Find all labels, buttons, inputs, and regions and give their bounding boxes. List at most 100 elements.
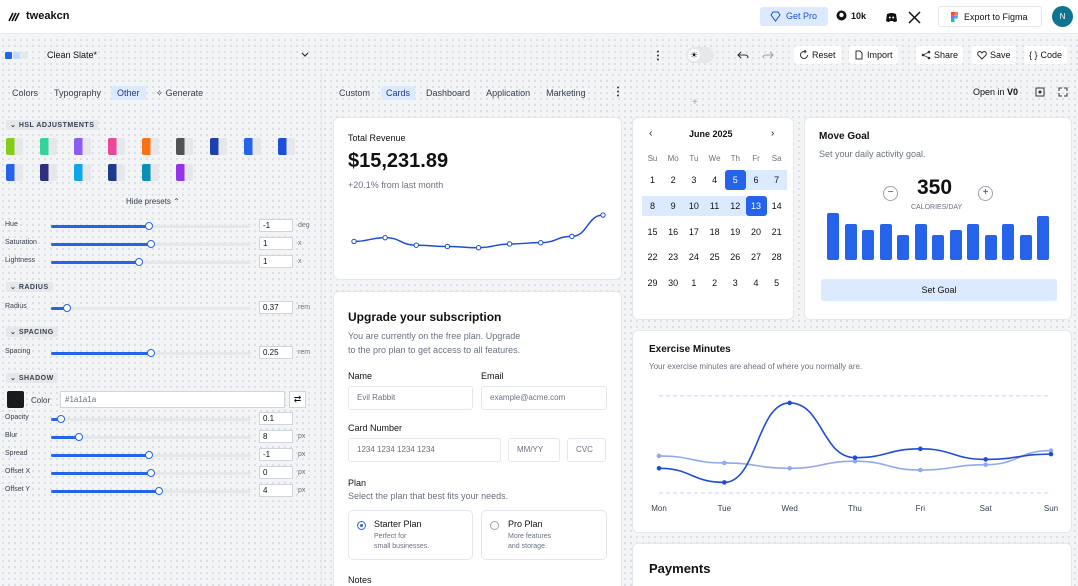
spacing-slider-thumb[interactable] [147,349,155,357]
avatar[interactable]: N [1052,6,1073,27]
calendar-day[interactable]: 17 [683,222,704,242]
increase-button[interactable]: + [978,186,993,201]
calendar-day[interactable]: 26 [725,247,746,267]
offset-y-value-input[interactable]: 4 [259,484,293,497]
color-preset[interactable] [142,164,159,181]
section-hsl-adjustments[interactable]: ⌄ HSL ADJUSTMENTS [6,120,99,130]
prev-month-icon[interactable]: ‹ [649,128,652,139]
spread-value-input[interactable]: -1 [259,448,293,461]
tab-generate[interactable]: ✧ Generate [150,86,210,101]
color-preset[interactable] [210,138,227,155]
calendar-day[interactable]: 13 [745,195,767,216]
calendar-day[interactable]: 1 [642,170,663,190]
offset-y-slider[interactable] [51,490,251,493]
swap-icon[interactable]: ⇄ [289,391,306,408]
undo-icon[interactable] [737,50,749,60]
capture-icon[interactable] [1035,87,1045,97]
offset-y-slider-thumb[interactable] [155,487,163,495]
opacity-slider[interactable] [51,418,251,421]
shadow-color-input[interactable]: #1a1a1a [60,391,285,408]
tab-marketing[interactable]: Marketing [541,86,591,100]
color-preset[interactable] [176,164,193,181]
plan-pro[interactable]: Pro Plan More features and storage. [481,510,607,560]
color-preset[interactable] [142,138,159,155]
radius-value-input[interactable]: 0.37 [259,301,293,314]
card-number-input[interactable]: 1234 1234 1234 1234 [348,438,501,462]
calendar-day[interactable]: 12 [724,195,746,216]
tab-other[interactable]: Other [111,86,146,100]
calendar-day[interactable]: 24 [683,247,704,267]
calendar-day[interactable]: 4 [746,273,767,293]
more-tabs-icon[interactable] [616,86,620,97]
calendar-day[interactable]: 2 [663,170,684,190]
set-goal-button[interactable]: Set Goal [821,279,1057,301]
color-preset[interactable] [278,138,295,155]
color-preset[interactable] [176,138,193,155]
section-spacing[interactable]: ⌄ SPACING [6,327,58,337]
color-preset[interactable] [74,138,91,155]
color-preset[interactable] [108,138,125,155]
email-input[interactable]: example@acme.com [481,386,607,410]
redo-icon[interactable] [762,50,774,60]
color-preset[interactable] [108,164,125,181]
more-vertical-icon[interactable] [656,50,660,61]
calendar-day[interactable]: 3 [725,273,746,293]
calendar-day[interactable]: 16 [663,222,684,242]
color-preset[interactable] [40,138,57,155]
hue-slider-thumb[interactable] [145,222,153,230]
calendar-day[interactable]: 25 [704,247,725,267]
tab-typography[interactable]: Typography [48,86,107,100]
code-button[interactable]: { } Code [1024,46,1068,64]
saturation-value-input[interactable]: 1 [259,237,293,250]
name-input[interactable]: Evil Rabbit [348,386,473,410]
tab-application[interactable]: Application [481,86,535,100]
calendar-day[interactable]: 5 [766,273,787,293]
calendar-day[interactable]: 18 [704,222,725,242]
calendar-day[interactable]: 2 [704,273,725,293]
tab-colors[interactable]: Colors [6,86,44,100]
calendar-day[interactable]: 27 [746,247,767,267]
github-link[interactable]: 10k [836,10,866,21]
lightness-slider-thumb[interactable] [135,258,143,266]
calendar-day[interactable]: 22 [642,247,663,267]
x-twitter-icon[interactable] [908,11,921,24]
hide-presets-button[interactable]: Hide presets ⌃ [126,197,180,206]
calendar-day[interactable]: 15 [642,222,663,242]
color-preset[interactable] [74,164,91,181]
blur-slider-thumb[interactable] [75,433,83,441]
calendar-day[interactable]: 30 [663,273,684,293]
section-radius[interactable]: ⌄ RADIUS [6,282,53,292]
calendar-day[interactable]: 4 [704,170,725,190]
tab-cards[interactable]: Cards [381,86,416,100]
calendar-day[interactable]: 7 [766,170,788,190]
offset-x-slider-thumb[interactable] [147,469,155,477]
theme-toggle[interactable]: ☀ [686,47,714,63]
calendar-day[interactable]: 9 [662,195,684,216]
chevron-down-icon[interactable] [301,52,309,58]
expiry-input[interactable]: MM/YY [508,438,560,462]
save-button[interactable]: Save [972,46,1016,64]
section-shadow[interactable]: ⌄ SHADOW [6,373,58,383]
color-preset[interactable] [6,164,23,181]
hue-value-input[interactable]: -1 [259,219,293,232]
shadow-color-swatch[interactable] [7,391,24,408]
color-preset[interactable] [6,138,23,155]
starter-radio[interactable] [357,521,366,530]
get-pro-button[interactable]: Get Pro [760,7,828,26]
calendar-day[interactable]: 28 [766,247,787,267]
next-month-icon[interactable]: › [771,128,774,139]
share-button[interactable]: Share [916,46,964,64]
radius-slider-thumb[interactable] [63,304,71,312]
color-preset[interactable] [244,138,261,155]
calendar-day[interactable]: 6 [745,170,767,190]
spread-slider-thumb[interactable] [145,451,153,459]
theme-selector[interactable]: Clean Slate* [47,50,97,60]
reset-button[interactable]: Reset [794,46,841,64]
calendar-day[interactable]: 10 [683,195,705,216]
tab-dashboard[interactable]: Dashboard [421,86,475,100]
decrease-button[interactable]: − [883,186,898,201]
calendar-day[interactable]: 14 [766,196,787,216]
cvc-input[interactable]: CVC [567,438,606,462]
calendar-day[interactable]: 29 [642,273,663,293]
calendar-day[interactable]: 19 [725,222,746,242]
